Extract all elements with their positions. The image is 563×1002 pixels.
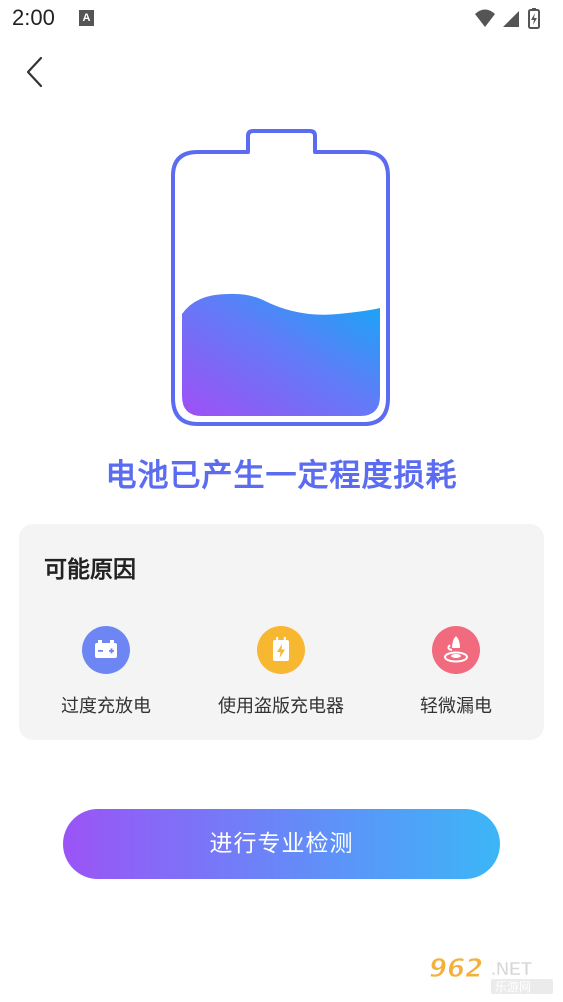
cause-item-minor-leakage: 轻微漏电 (371, 626, 541, 718)
professional-check-button[interactable]: 进行专业检测 (63, 809, 500, 879)
wifi-icon (475, 9, 495, 27)
battery-charging-icon (528, 8, 540, 29)
leak-drop-icon (432, 626, 480, 674)
battery-illustration (171, 129, 390, 426)
cause-item-overcharge: 过度充放电 (21, 626, 191, 718)
cause-label: 使用盗版充电器 (218, 696, 344, 717)
cause-label: 过度充放电 (61, 696, 151, 717)
notification-a-icon: A (79, 10, 94, 26)
cause-item-pirated-charger: 使用盗版充电器 (196, 626, 366, 718)
causes-card: 可能原因 过度充放电 使用盗版充电器 轻微漏电 (19, 524, 544, 740)
svg-text:962: 962 (429, 954, 483, 984)
cause-label: 轻微漏电 (420, 696, 492, 717)
headline: 电池已产生一定程度损耗 (105, 458, 458, 494)
svg-text:乐游网: 乐游网 (495, 980, 531, 994)
causes-title: 可能原因 (44, 557, 136, 583)
status-icons (473, 6, 553, 30)
status-bar: 2:00 A (0, 0, 563, 38)
back-button[interactable] (18, 54, 54, 90)
charger-bolt-icon (257, 626, 305, 674)
signal-icon (503, 11, 519, 27)
screen: 2:00 A 电池已产生一定程度损耗 可能原因 过度充放电 使用盗版充电器 轻微… (0, 0, 563, 1002)
chevron-left-icon (26, 56, 43, 88)
svg-text:.NET: .NET (491, 959, 532, 979)
car-battery-icon (82, 626, 130, 674)
status-time: 2:00 (12, 5, 55, 30)
site-watermark-logo: 962 .NET 乐游网 (429, 954, 553, 994)
